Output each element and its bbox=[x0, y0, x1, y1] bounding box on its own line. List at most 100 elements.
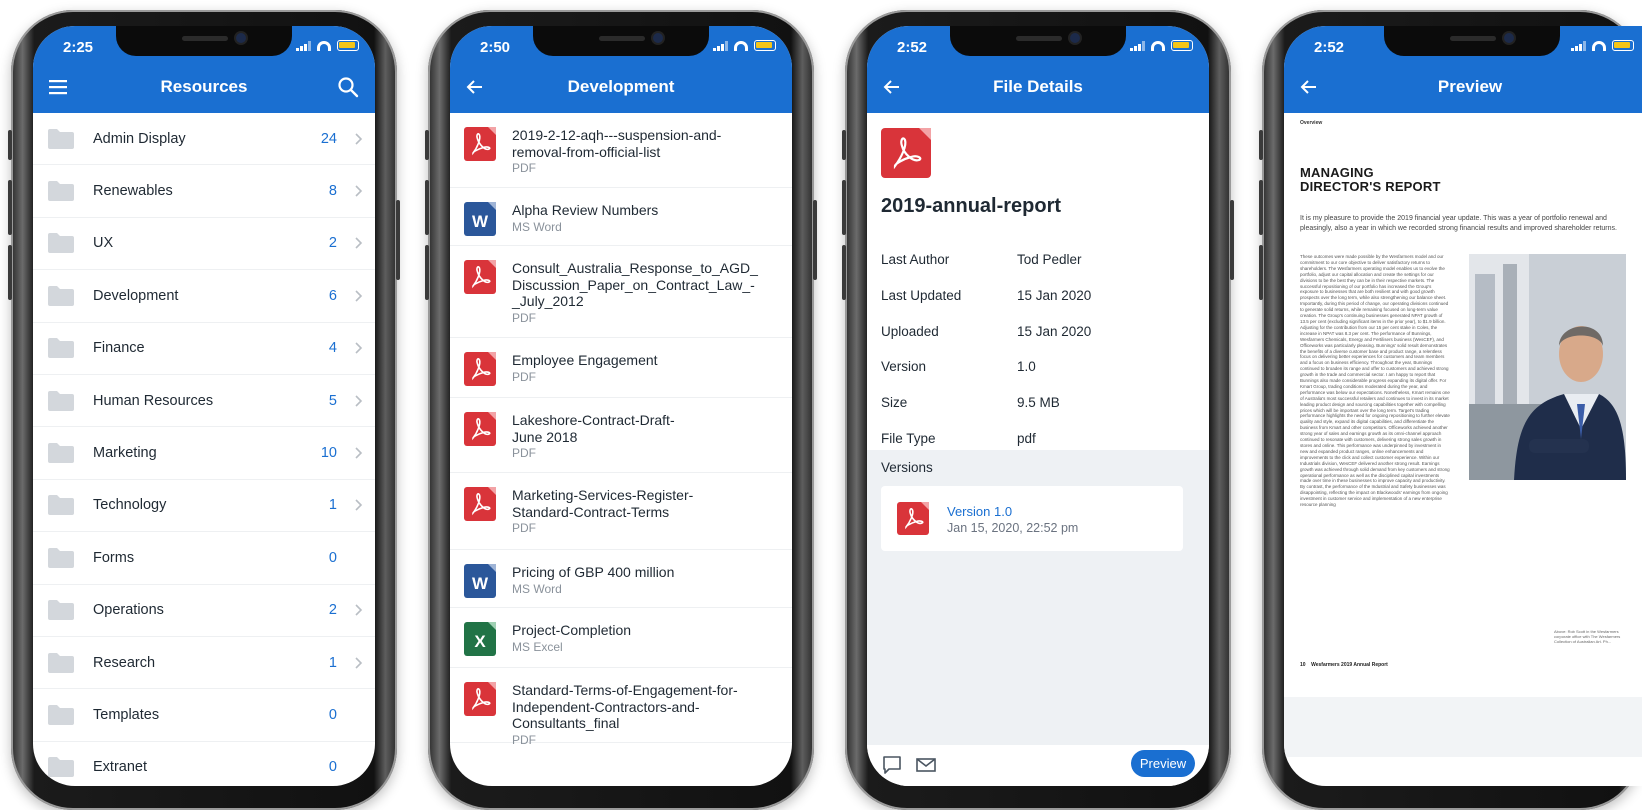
nav-bar: Development bbox=[450, 64, 792, 113]
folder-count: 24 bbox=[320, 130, 337, 147]
volume-up-button bbox=[842, 180, 846, 235]
file-row[interactable]: Lakeshore-Contract-Draft- June 2018 PDF bbox=[450, 398, 792, 473]
file-row[interactable]: Employee Engagement PDF bbox=[450, 338, 792, 398]
svg-text:X: X bbox=[474, 632, 486, 651]
chevron-right-icon bbox=[351, 132, 365, 146]
folder-row[interactable]: Human Resources 5 bbox=[33, 375, 375, 428]
folder-icon bbox=[47, 285, 75, 307]
chevron-right-icon bbox=[351, 236, 365, 250]
property-value: pdf bbox=[1017, 431, 1036, 446]
file-name: Consult_Australia_Response_to_AGD_ Discus… bbox=[512, 260, 758, 310]
mute-switch bbox=[1259, 130, 1263, 160]
version-card[interactable]: Version 1.0 Jan 15, 2020, 22:52 pm bbox=[881, 486, 1183, 551]
folder-row[interactable]: Extranet 0 bbox=[33, 742, 375, 786]
folder-count: 1 bbox=[328, 497, 337, 514]
folder-count: 0 bbox=[328, 759, 337, 776]
pdf-icon bbox=[464, 682, 496, 716]
folder-label: Development bbox=[93, 287, 179, 304]
folder-icon bbox=[47, 756, 75, 778]
file-name: Alpha Review Numbers bbox=[512, 202, 658, 219]
folder-row[interactable]: Finance 4 bbox=[33, 323, 375, 375]
property-label: Uploaded bbox=[881, 323, 939, 339]
power-button bbox=[396, 200, 400, 280]
folder-count: 2 bbox=[328, 602, 337, 619]
signal-icon bbox=[713, 40, 728, 51]
document-preview[interactable]: Overview MANAGING DIRECTOR'S REPORT It i… bbox=[1284, 113, 1642, 757]
file-name-line: Employee Engagement bbox=[512, 352, 658, 368]
folder-icon bbox=[47, 547, 75, 569]
bottom-toolbar: Preview bbox=[867, 745, 1209, 786]
folder-row[interactable]: Development 6 bbox=[33, 270, 375, 323]
folder-count: 4 bbox=[328, 340, 337, 357]
status-time: 2:25 bbox=[63, 39, 94, 56]
volume-down-button bbox=[842, 245, 846, 300]
front-camera-icon bbox=[1504, 33, 1514, 43]
file-row[interactable]: Consult_Australia_Response_to_AGD_ Discus… bbox=[450, 246, 792, 338]
photo-caption: Above: Rob Scott in the Wesfarmers corpo… bbox=[1554, 629, 1621, 644]
folder-row[interactable]: Renewables 8 bbox=[33, 165, 375, 218]
file-row[interactable]: Standard-Terms-of-Engagement-for- Indepen… bbox=[450, 668, 792, 747]
page-title: Development bbox=[567, 77, 675, 96]
signal-icon bbox=[1571, 40, 1586, 51]
folder-label: UX bbox=[93, 235, 114, 252]
version-title[interactable]: Version 1.0 bbox=[947, 504, 1012, 519]
file-row[interactable]: W Pricing of GBP 400 million MS Word bbox=[450, 550, 792, 608]
volume-down-button bbox=[425, 245, 429, 300]
folder-icon bbox=[47, 232, 75, 254]
file-name: Lakeshore-Contract-Draft- June 2018 bbox=[512, 412, 675, 445]
wifi-icon bbox=[1592, 40, 1606, 51]
preview-button[interactable]: Preview bbox=[1131, 750, 1195, 777]
wifi-icon bbox=[317, 40, 331, 51]
screen-resources: 2:25 Resources Admin Display 24 Renewables… bbox=[33, 26, 375, 786]
property-value: 1.0 bbox=[1017, 359, 1036, 375]
phone-frame-file-details: 2:52 File Details 2019-annual-report Las… bbox=[842, 10, 1234, 810]
folder-row[interactable]: Forms 0 bbox=[33, 532, 375, 585]
folder-icon bbox=[47, 390, 75, 412]
folder-count: 0 bbox=[328, 706, 337, 723]
folder-label: Forms bbox=[93, 549, 135, 566]
chevron-right-icon bbox=[351, 341, 365, 355]
file-name-line: Lakeshore-Contract-Draft- bbox=[512, 412, 675, 428]
folder-row[interactable]: Technology 1 bbox=[33, 480, 375, 533]
folder-label: Technology bbox=[93, 497, 167, 514]
property-label: Last Updated bbox=[881, 287, 962, 303]
file-name: Project-Completion bbox=[512, 622, 631, 639]
comment-icon[interactable] bbox=[881, 754, 903, 776]
file-row[interactable]: 2019-2-12-aqh---suspension-and-removal-f… bbox=[450, 113, 792, 188]
search-icon[interactable] bbox=[337, 76, 361, 100]
folder-row[interactable]: UX 2 bbox=[33, 218, 375, 271]
folder-label: Human Resources bbox=[93, 392, 214, 409]
file-row[interactable]: W Alpha Review Numbers MS Word bbox=[450, 188, 792, 246]
file-name-line: _July_2012 bbox=[512, 293, 584, 309]
file-name-line: Project-Completion bbox=[512, 622, 632, 638]
folder-row[interactable]: Marketing 10 bbox=[33, 427, 375, 480]
page-title: Resources bbox=[160, 77, 248, 96]
folder-label: Finance bbox=[93, 340, 145, 357]
screen-preview: 2:52 Preview Overview MANAGING DIRECTOR'… bbox=[1284, 26, 1642, 786]
folder-icon bbox=[47, 442, 75, 464]
wifi-icon bbox=[734, 40, 748, 51]
folder-row[interactable]: Templates 0 bbox=[33, 689, 375, 742]
email-icon[interactable] bbox=[915, 754, 937, 776]
folder-row[interactable]: Research 1 bbox=[33, 637, 375, 690]
versions-label: Versions bbox=[881, 460, 933, 475]
versions-section: Versions Version 1.0 Jan 15, 2020, 22:52… bbox=[867, 450, 1209, 745]
file-row[interactable]: X Project-Completion MS Excel bbox=[450, 608, 792, 668]
folder-row[interactable]: Admin Display 24 bbox=[33, 113, 375, 166]
nav-bar: Preview bbox=[1284, 64, 1642, 113]
file-type: PDF bbox=[512, 161, 536, 175]
folder-label: Renewables bbox=[93, 183, 173, 200]
volume-up-button bbox=[8, 180, 12, 235]
signal-icon bbox=[1130, 40, 1145, 51]
svg-text:W: W bbox=[472, 212, 489, 231]
file-name-line: Standard-Contract-Terms bbox=[512, 503, 670, 520]
property-value: Tod Pedler bbox=[1017, 252, 1082, 267]
status-time: 2:52 bbox=[897, 39, 928, 56]
file-name-line: Pricing of GBP 400 million bbox=[512, 564, 675, 580]
folder-row[interactable]: Operations 2 bbox=[33, 585, 375, 637]
file-name-line: June 2018 bbox=[512, 428, 578, 445]
file-type: MS Word bbox=[512, 581, 562, 596]
file-name: Pricing of GBP 400 million bbox=[512, 564, 674, 581]
front-camera-icon bbox=[653, 33, 663, 43]
file-row[interactable]: Marketing-Services-Register- Standard-Con… bbox=[450, 473, 792, 550]
